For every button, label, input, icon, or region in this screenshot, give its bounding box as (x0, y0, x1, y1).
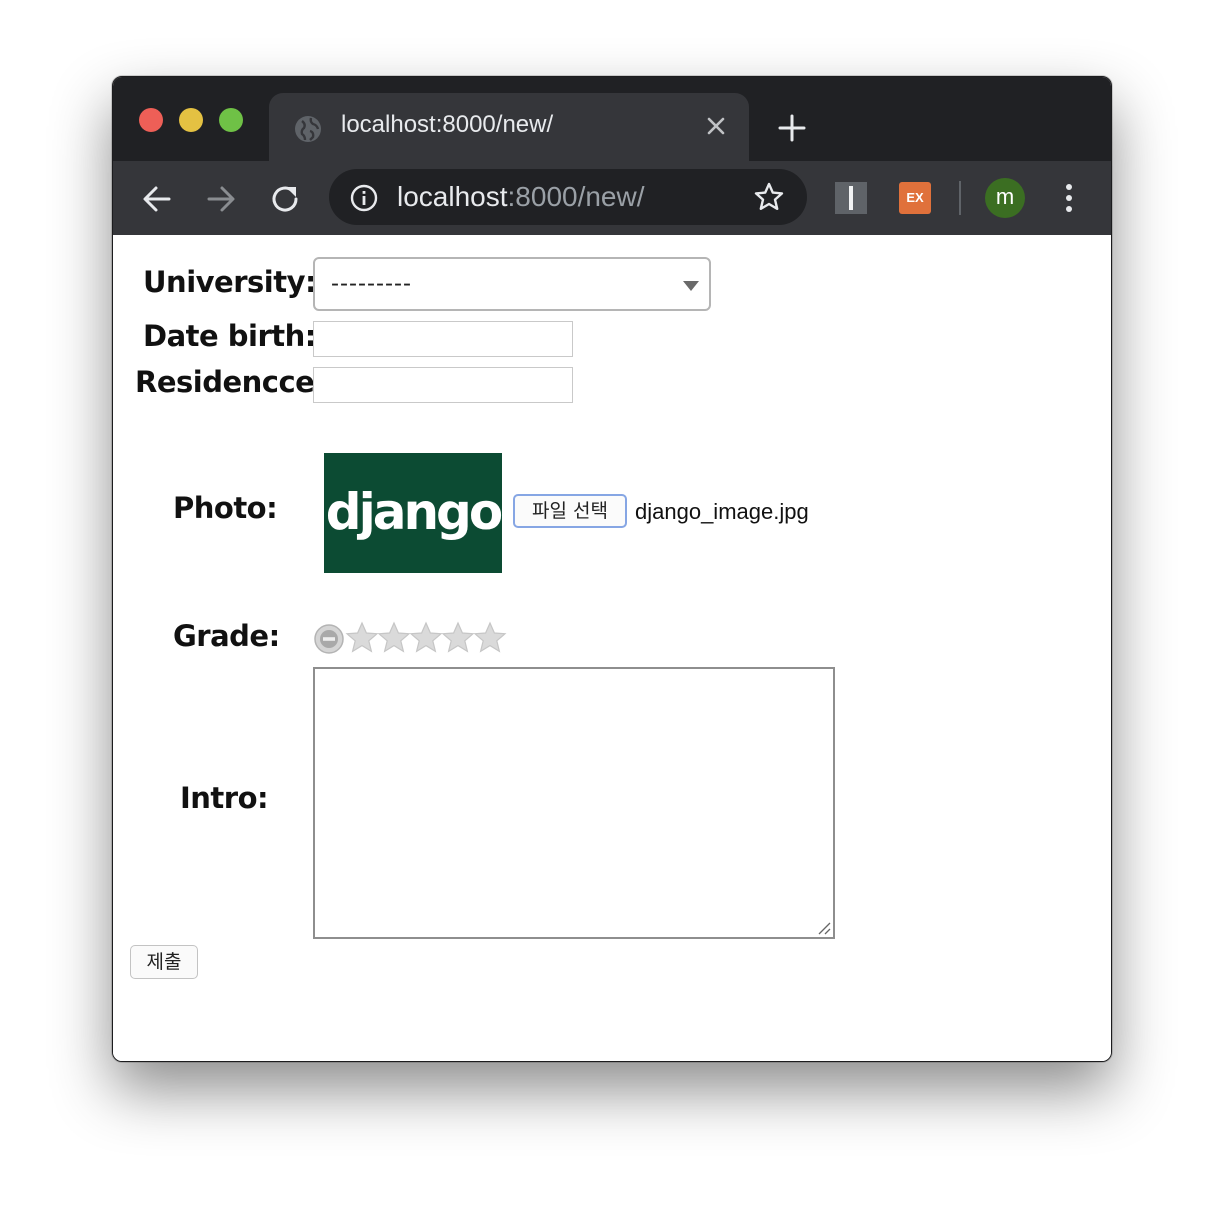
back-arrow-icon[interactable] (137, 179, 177, 219)
minimize-window-button[interactable] (179, 108, 203, 132)
grade-label: Grade: (173, 619, 280, 653)
tab-strip: localhost:8000/new/ (113, 77, 1111, 161)
extension-i-glyph (849, 186, 853, 210)
star-outline-icon[interactable] (753, 181, 785, 213)
close-window-button[interactable] (139, 108, 163, 132)
reload-icon[interactable] (265, 179, 305, 219)
extension-i-button[interactable] (835, 182, 867, 214)
selected-file-name: django_image.jpg (635, 499, 809, 524)
university-label: University: (143, 265, 317, 299)
rating-star-4-icon[interactable] (441, 621, 475, 655)
date-birth-label: Date birth: (143, 319, 316, 353)
intro-textarea[interactable] (313, 667, 835, 939)
clear-rating-icon[interactable] (313, 623, 345, 655)
browser-tab[interactable]: localhost:8000/new/ (269, 93, 749, 161)
django-logo-thumbnail: django (324, 453, 502, 573)
rating-star-1-icon[interactable] (345, 621, 379, 655)
address-bar[interactable]: localhost:8000/new/ (329, 169, 807, 225)
intro-label: Intro: (180, 781, 269, 815)
resize-handle-icon[interactable] (815, 919, 831, 935)
browser-window: localhost:8000/new/ localhost:8000/new/ … (112, 76, 1112, 1062)
extension-ex-button[interactable]: EX (899, 182, 931, 214)
forward-arrow-icon[interactable] (201, 179, 241, 219)
page-content: University: --------- Date birth: Reside… (113, 235, 1111, 1061)
choose-file-button[interactable]: 파일 선택 (513, 494, 627, 528)
submit-button[interactable]: 제출 (130, 945, 198, 979)
residence-label: Residencce: (135, 365, 326, 399)
zoom-window-button[interactable] (219, 108, 243, 132)
chevron-down-icon (683, 281, 699, 291)
profile-avatar[interactable]: m (985, 178, 1025, 218)
rating-star-2-icon[interactable] (377, 621, 411, 655)
university-selected-value: --------- (331, 270, 412, 297)
url-text: localhost:8000/new/ (397, 181, 645, 213)
kebab-menu-icon[interactable] (1059, 181, 1079, 215)
rating-star-5-icon[interactable] (473, 621, 507, 655)
photo-label: Photo: (173, 491, 278, 525)
info-icon[interactable] (349, 183, 379, 213)
url-path: :8000/new/ (507, 181, 645, 212)
close-icon[interactable] (701, 111, 731, 141)
tab-title: localhost:8000/new/ (341, 111, 554, 138)
date-birth-input[interactable] (313, 321, 573, 357)
browser-toolbar: localhost:8000/new/ EX m (113, 161, 1111, 235)
residence-input[interactable] (313, 367, 573, 403)
toolbar-divider (959, 181, 961, 215)
url-host: localhost (397, 181, 508, 212)
university-select[interactable]: --------- (313, 257, 711, 311)
plus-icon[interactable] (775, 111, 809, 145)
globe-icon (295, 116, 321, 142)
rating-star-3-icon[interactable] (409, 621, 443, 655)
svg-text:django: django (326, 483, 502, 541)
